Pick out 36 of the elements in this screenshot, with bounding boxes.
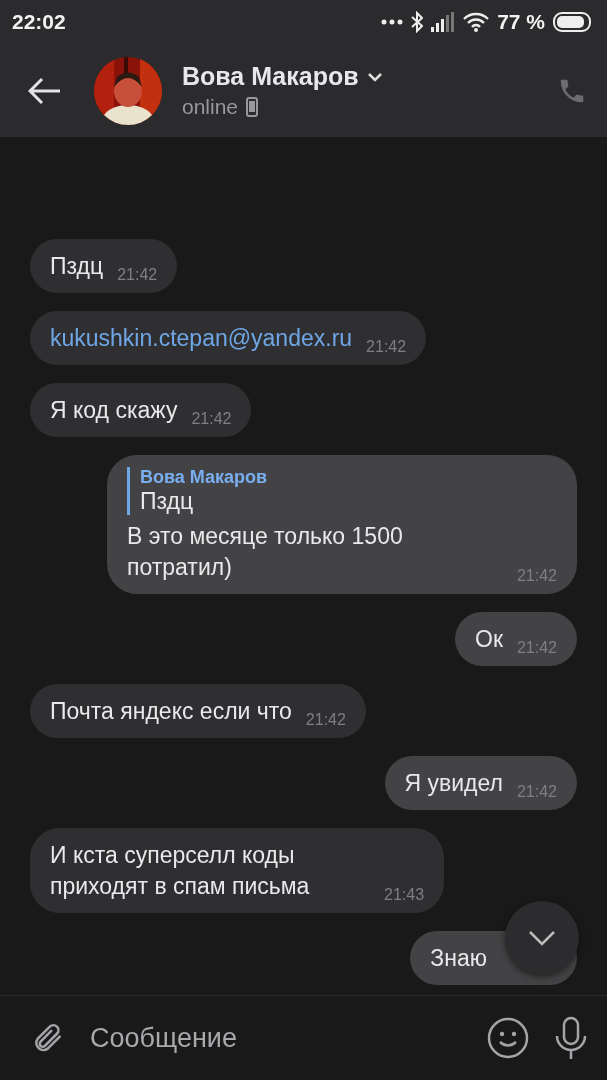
message-time: 21:42 <box>516 639 557 657</box>
microphone-button[interactable] <box>553 1016 589 1060</box>
message-text: В это месяце только 1500 потратил) <box>127 522 404 582</box>
message-time: 21:42 <box>516 567 557 585</box>
message-input[interactable]: Сообщение <box>88 1021 463 1055</box>
quote-author: Вова Макаров <box>140 467 269 488</box>
battery-level: 77 % <box>497 10 545 34</box>
message-text: Знаю <box>430 944 487 973</box>
message-text: Пздц <box>50 252 104 281</box>
message-time: 21:42 <box>516 783 557 801</box>
reply-quote[interactable]: Вова Макаров Пздц <box>127 467 557 515</box>
message-text: Я код скажу <box>50 396 178 425</box>
message-time: 21:42 <box>191 410 232 428</box>
contact-name[interactable]: Вова Макаров <box>182 62 359 91</box>
online-status: online <box>182 95 239 119</box>
clock: 22:02 <box>12 10 66 34</box>
message-time: 21:42 <box>305 711 346 729</box>
battery-icon <box>553 12 593 32</box>
chevron-down-icon[interactable] <box>366 71 383 82</box>
quote-text: Пздц <box>140 488 195 515</box>
phone-device-icon <box>246 97 259 117</box>
message-text: И кста суперселл коды приходят в спам письма <box>50 841 311 901</box>
message-time: 21:42 <box>366 338 407 356</box>
message-text: Ок <box>475 625 503 654</box>
more-icon <box>381 19 404 25</box>
message-text: Я увидел <box>404 769 503 798</box>
emoji-button[interactable] <box>487 1017 529 1059</box>
back-button[interactable] <box>28 76 62 105</box>
chevron-down-icon[interactable] <box>528 930 556 946</box>
message-time: 21:43 <box>384 886 425 904</box>
bluetooth-icon <box>411 11 424 33</box>
message-time: 21:42 <box>117 266 158 284</box>
wifi-icon <box>463 12 490 32</box>
email-link[interactable]: kukushkin.ctepan@yandex.ru <box>50 323 353 354</box>
message-text: Почта яндекс если что <box>50 697 292 726</box>
signal-icon <box>431 12 456 32</box>
